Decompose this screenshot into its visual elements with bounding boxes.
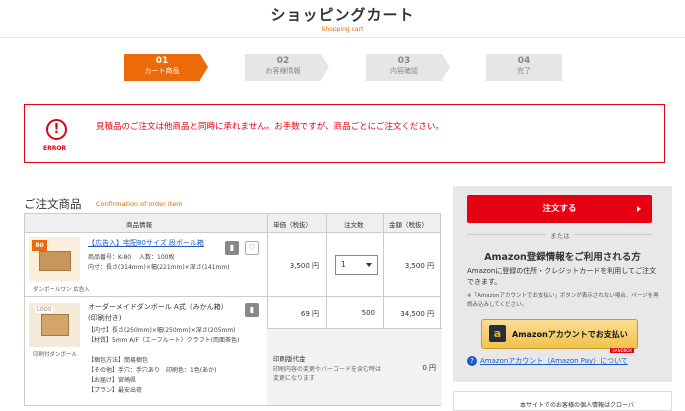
error-message-box: ! ERROR 見積品のご注文は他商品と同時に承れません。お手数ですが、商品ごと… (24, 104, 665, 163)
amazon-pay-label: Amazonアカウントでお支払い (512, 330, 628, 339)
help-link-text: Amazonアカウント（Amazon Pay）について (480, 357, 628, 365)
column-divider (383, 297, 384, 328)
step-complete: 04 完了 (486, 54, 562, 81)
trash-icon[interactable]: ▮ (245, 303, 259, 317)
product-number: 商品番号：K-80 入数：100枚 (88, 254, 175, 261)
print-fee-note: 印刷内容の変更やバーコードを含む時は変更になります (273, 366, 382, 382)
order-section-subtitle: Confirmation of order item (96, 200, 183, 208)
amazon-pay-button[interactable]: a Amazonアカウントでお支払い SANDBOX (481, 319, 638, 353)
step-customer-info: 02 お客様情報 (245, 54, 329, 81)
header-amount: 金額（税抜） (389, 221, 428, 229)
quantity-value: 500 (361, 309, 375, 317)
step-arrow (200, 54, 208, 80)
privacy-text: 本サイトでのお客様の個人情報はクローバ (520, 402, 634, 409)
amazon-description: Amazonに登録の住所・クレジットカードを利用してご注文できます。 (467, 267, 657, 286)
print-fee-price: 0 円 (422, 364, 436, 372)
step-label: カート商品 (144, 67, 180, 75)
column-divider (326, 214, 327, 232)
trash-icon[interactable]: ▮ (225, 241, 239, 255)
spec-line: 【その他】手穴：手穴あり 印刷色：1色(あか) (88, 367, 217, 374)
table-header: 商品情報 単価（税抜） 注文数 金額（税抜） (25, 214, 440, 233)
error-label: ERROR (43, 145, 67, 152)
line-amount: 34,500 円 (400, 310, 434, 318)
favorite-heart-icon[interactable]: ♡ (245, 241, 259, 255)
spec-line: 【材質】5mm A/F（エーフルート）クラフト(両面茶色) (88, 337, 240, 344)
order-section-title: ご注文商品 (24, 197, 82, 211)
amazon-note: ※「Amazonアカウントでお支払い」ボタンが表示されない場合、ページを再読み込… (467, 293, 659, 308)
sandbox-badge: SANDBOX (610, 348, 634, 353)
checkout-steps: 01 カート商品 02 お客様情報 03 内容確認 04 完了 (124, 54, 564, 81)
step-label: 完了 (517, 67, 531, 75)
step-arrow (442, 54, 450, 80)
step-arrow (321, 54, 329, 80)
amazon-title: Amazon登録情報をご利用される方 (484, 252, 641, 263)
product-thumbnail[interactable]: LOGO (29, 303, 80, 347)
column-divider (267, 233, 268, 296)
header-unit-price: 単価（税抜） (273, 221, 312, 229)
page-title: ショッピングカート (270, 6, 415, 24)
column-divider (383, 214, 384, 232)
logo-tag: LOGO (35, 307, 54, 313)
checkout-button-label: 注文する (542, 204, 577, 214)
product-thumbnail[interactable]: 80 (29, 237, 80, 281)
column-divider (326, 233, 327, 296)
column-divider (267, 214, 268, 232)
cardboard-box-image (41, 314, 69, 336)
step-label: 内容確認 (390, 67, 418, 75)
page-subtitle: Shopping cart (321, 26, 364, 33)
page-header: ショッピングカート Shopping cart (0, 0, 685, 38)
checkout-button[interactable]: 注文する (467, 195, 652, 223)
thumbnail-caption: 印刷付ダンボール (33, 352, 78, 358)
unit-price: 3,500 円 (289, 262, 319, 270)
order-table: 商品情報 単価（税抜） 注文数 金額（税抜） 80 ダンボールワン 広告入 【広… (24, 213, 442, 406)
step-number: 04 (517, 56, 531, 66)
error-text: 見積品のご注文は他商品と同時に承れません。お手数ですが、商品ごとにご注文ください… (96, 122, 444, 132)
amazon-logo-icon: a (489, 325, 506, 342)
step-number: 03 (397, 56, 411, 66)
column-divider (383, 233, 384, 296)
column-divider (326, 297, 327, 328)
quantity-value: 1 (341, 260, 346, 269)
header-info: 商品情報 (126, 221, 152, 229)
product-dimensions: 内寸：長さ(314mm)×幅(221mm)×深さ(141mm) (88, 264, 230, 271)
spec-line: 【プラン】最安出荷 (88, 387, 143, 394)
thumbnail-caption: ダンボールワン 広告入 (33, 287, 90, 293)
chevron-down-icon (366, 263, 372, 267)
step-number: 02 (276, 56, 290, 66)
step-label: お客様情報 (265, 67, 301, 75)
product-link[interactable]: 【広告入】宅配80サイズ 段ボール箱 (88, 238, 204, 248)
cardboard-box-image (39, 251, 71, 271)
table-row: 80 ダンボールワン 広告入 【広告入】宅配80サイズ 段ボール箱 ▮ ♡ 商品… (25, 233, 440, 297)
step-confirm: 03 内容確認 (366, 54, 450, 81)
help-icon: ? (467, 356, 477, 366)
step-cart: 01 カート商品 (124, 54, 208, 81)
print-fee-label: 印刷版代金 (273, 355, 306, 363)
product-name: オーダーメイドダンボール A式（みかん箱）(印刷付き) (88, 303, 228, 322)
checkout-sidebar: 注文する または Amazon登録情報をご利用される方 Amazonに登録の住所… (453, 186, 672, 382)
chevron-right-icon (637, 206, 641, 212)
header-qty: 注文数 (344, 221, 364, 229)
line-amount: 3,500 円 (404, 262, 434, 270)
error-icon: ! (46, 119, 67, 140)
or-text: または (546, 230, 574, 240)
table-row: LOGO 印刷付ダンボール オーダーメイドダンボール A式（みかん箱）(印刷付き… (25, 297, 442, 405)
spec-line: 【内寸】長さ(250mm)×幅(250mm)×深さ(205mm) (88, 327, 236, 334)
amazon-help-link[interactable]: ? Amazonアカウント（Amazon Pay）について (467, 356, 628, 366)
unit-price: 69 円 (300, 310, 319, 318)
step-number: 01 (155, 56, 169, 66)
quantity-select[interactable]: 1 (335, 255, 378, 275)
spec-line: 【お届け】宮崎県 (88, 377, 137, 384)
print-fee-panel: 印刷版代金 印刷内容の変更やバーコードを含む時は変更になります 0 円 (267, 328, 442, 405)
size-badge: 80 (32, 240, 47, 251)
spec-line: 【梱包方法】簡易梱包 (88, 357, 149, 364)
